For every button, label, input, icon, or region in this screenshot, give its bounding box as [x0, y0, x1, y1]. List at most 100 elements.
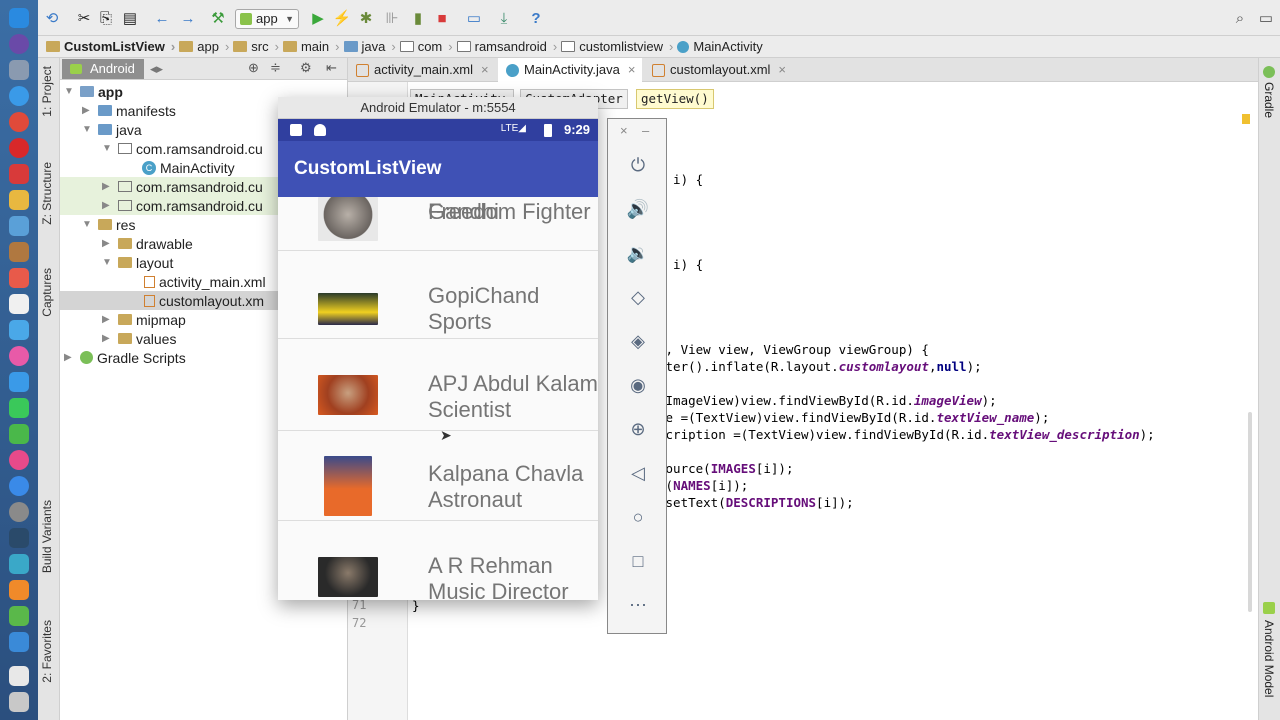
cut-icon[interactable]: ✂ — [74, 8, 94, 28]
emulator-title[interactable]: Android Emulator - m:5554 — [278, 97, 598, 119]
messages-icon[interactable] — [9, 372, 29, 392]
tab-mainactivity-java[interactable]: MainActivity.java × — [498, 58, 642, 82]
crumb-ramsandroid[interactable]: ramsandroid › — [456, 39, 557, 54]
back-icon[interactable]: ← — [152, 8, 172, 28]
tree-item-mainactivity[interactable]: C MainActivity — [142, 158, 235, 177]
run-config-select[interactable]: app ▼ — [235, 9, 299, 29]
crumb-mainactivity[interactable]: MainActivity — [677, 39, 763, 54]
system-preferences-icon[interactable] — [9, 502, 29, 522]
tree-item-package-main[interactable]: ▼ com.ramsandroid.cu — [102, 139, 263, 158]
crumb-app[interactable]: app › — [179, 39, 229, 54]
crumb-project[interactable]: CustomListView › — [46, 39, 175, 54]
contacts-icon[interactable] — [9, 242, 29, 262]
build-variants-tool-tab[interactable]: Build Variants — [40, 500, 54, 573]
preview-icon[interactable] — [9, 216, 29, 236]
photos-icon[interactable] — [9, 346, 29, 366]
finder-icon[interactable] — [9, 8, 29, 28]
help-icon[interactable]: ? — [526, 8, 546, 28]
app-store-icon[interactable] — [9, 476, 29, 496]
reminders-icon[interactable] — [9, 294, 29, 314]
editor-scrollbar[interactable] — [1248, 412, 1252, 612]
switch-view-icon[interactable]: ◂▸ — [150, 61, 163, 77]
run-icon[interactable]: ▶ — [308, 8, 328, 28]
siri-icon[interactable] — [9, 34, 29, 54]
vivaldi-icon[interactable] — [9, 164, 29, 184]
facetime-icon[interactable] — [9, 398, 29, 418]
list-item[interactable]: GopiChand Sports — [278, 251, 598, 339]
stop-icon[interactable]: ■ — [432, 8, 452, 28]
debug-icon[interactable]: ✱ — [356, 8, 376, 28]
apply-changes-icon[interactable]: ▮ — [408, 8, 428, 28]
safari-icon[interactable] — [9, 86, 29, 106]
overview-nav-icon[interactable]: □ — [626, 549, 650, 573]
terminal-icon[interactable] — [9, 554, 29, 574]
tree-item-layout[interactable]: ▼ layout — [102, 253, 173, 272]
tab-activity-main-xml[interactable]: activity_main.xml × — [348, 58, 496, 82]
avd-manager-icon[interactable]: ▭ — [464, 8, 484, 28]
crumb-com[interactable]: com › — [399, 39, 453, 54]
android-studio-icon[interactable] — [9, 528, 29, 548]
rotate-right-icon[interactable]: ◈ — [626, 329, 650, 353]
notes-icon[interactable] — [9, 190, 29, 210]
back-nav-icon[interactable]: ◁ — [626, 461, 650, 485]
collapse-all-icon[interactable]: ≑ — [270, 60, 281, 76]
sync-icon[interactable]: ⟲ — [42, 8, 62, 28]
gradle-tool-tab[interactable]: Gradle — [1262, 82, 1276, 118]
tree-item-app[interactable]: ▼ app — [64, 82, 123, 101]
crumb-main[interactable]: main › — [282, 39, 340, 54]
project-tool-tab[interactable]: 1: Project — [40, 66, 54, 117]
crumb-customlistview[interactable]: customlistview › — [561, 39, 673, 54]
minimize-icon[interactable]: – — [642, 123, 649, 138]
hide-panel-icon[interactable]: ⇤ — [326, 60, 337, 76]
search-icon[interactable]: ⌕ — [1230, 8, 1250, 28]
close-icon[interactable]: × — [620, 123, 628, 138]
close-tab-icon[interactable]: × — [778, 62, 786, 77]
close-tab-icon[interactable]: × — [481, 62, 489, 77]
crumb-method[interactable]: getView() — [636, 89, 714, 109]
opera-icon[interactable] — [9, 138, 29, 158]
launchpad-icon[interactable] — [9, 60, 29, 80]
instant-run-icon[interactable]: ⚡ — [332, 8, 352, 28]
documents-icon[interactable] — [9, 666, 29, 686]
scroll-from-source-icon[interactable]: ⊕ — [248, 60, 259, 76]
tree-item-activity-main-xml[interactable]: activity_main.xml — [144, 272, 266, 291]
tree-item-values[interactable]: ▶ values — [102, 329, 176, 348]
tree-item-res[interactable]: ▼ res — [82, 215, 135, 234]
crumb-java[interactable]: java › — [343, 39, 396, 54]
rotate-left-icon[interactable]: ◇ — [626, 285, 650, 309]
warning-marker[interactable] — [1242, 114, 1250, 124]
event-log-icon[interactable]: ▭ — [1256, 8, 1276, 28]
utility-icon[interactable] — [9, 606, 29, 626]
vlc-icon[interactable] — [9, 580, 29, 600]
maps-icon[interactable] — [9, 320, 29, 340]
structure-tool-tab[interactable]: Z: Structure — [40, 162, 54, 225]
home-nav-icon[interactable]: ○ — [626, 505, 650, 529]
chrome-icon[interactable] — [9, 112, 29, 132]
volume-down-icon[interactable]: 🔉 — [626, 241, 650, 265]
calendar-icon[interactable] — [9, 268, 29, 288]
copy-icon[interactable]: ⎘ — [96, 8, 116, 28]
paste-icon[interactable]: ▤ — [120, 8, 140, 28]
tree-item-mipmap[interactable]: ▶ mipmap — [102, 310, 186, 329]
project-view-selector[interactable]: Android — [62, 59, 144, 79]
tree-item-gradle-scripts[interactable]: ▶ Gradle Scripts — [64, 348, 186, 367]
sdk-manager-icon[interactable]: ⤓ — [494, 8, 514, 28]
captures-tool-tab[interactable]: Captures — [40, 268, 54, 317]
list-item[interactable]: Gandhi Freedom Fighter — [278, 197, 598, 251]
tree-item-drawable[interactable]: ▶ drawable — [102, 234, 193, 253]
numbers-icon[interactable] — [9, 424, 29, 444]
close-tab-icon[interactable]: × — [628, 62, 636, 77]
settings-gear-icon[interactable]: ⚙ — [300, 60, 312, 76]
tab-customlayout-xml[interactable]: customlayout.xml × — [644, 58, 790, 82]
forward-icon[interactable]: → — [178, 8, 198, 28]
more-options-icon[interactable]: ⋯ — [626, 593, 650, 617]
volume-up-icon[interactable]: 🔊 — [626, 197, 650, 221]
trash-icon[interactable] — [9, 692, 29, 712]
list-item[interactable]: A R Rehman Music Director — [278, 521, 598, 600]
screenshot-camera-icon[interactable]: ◉ — [626, 373, 650, 397]
tree-item-java[interactable]: ▼ java — [82, 120, 142, 139]
list-item[interactable]: APJ Abdul Kalam Scientist — [278, 339, 598, 431]
tree-item-manifests[interactable]: ▶ manifests — [82, 101, 176, 120]
list-item[interactable]: Kalpana Chavla Astronaut — [278, 431, 598, 521]
make-project-icon[interactable]: ⚒ — [208, 8, 228, 28]
